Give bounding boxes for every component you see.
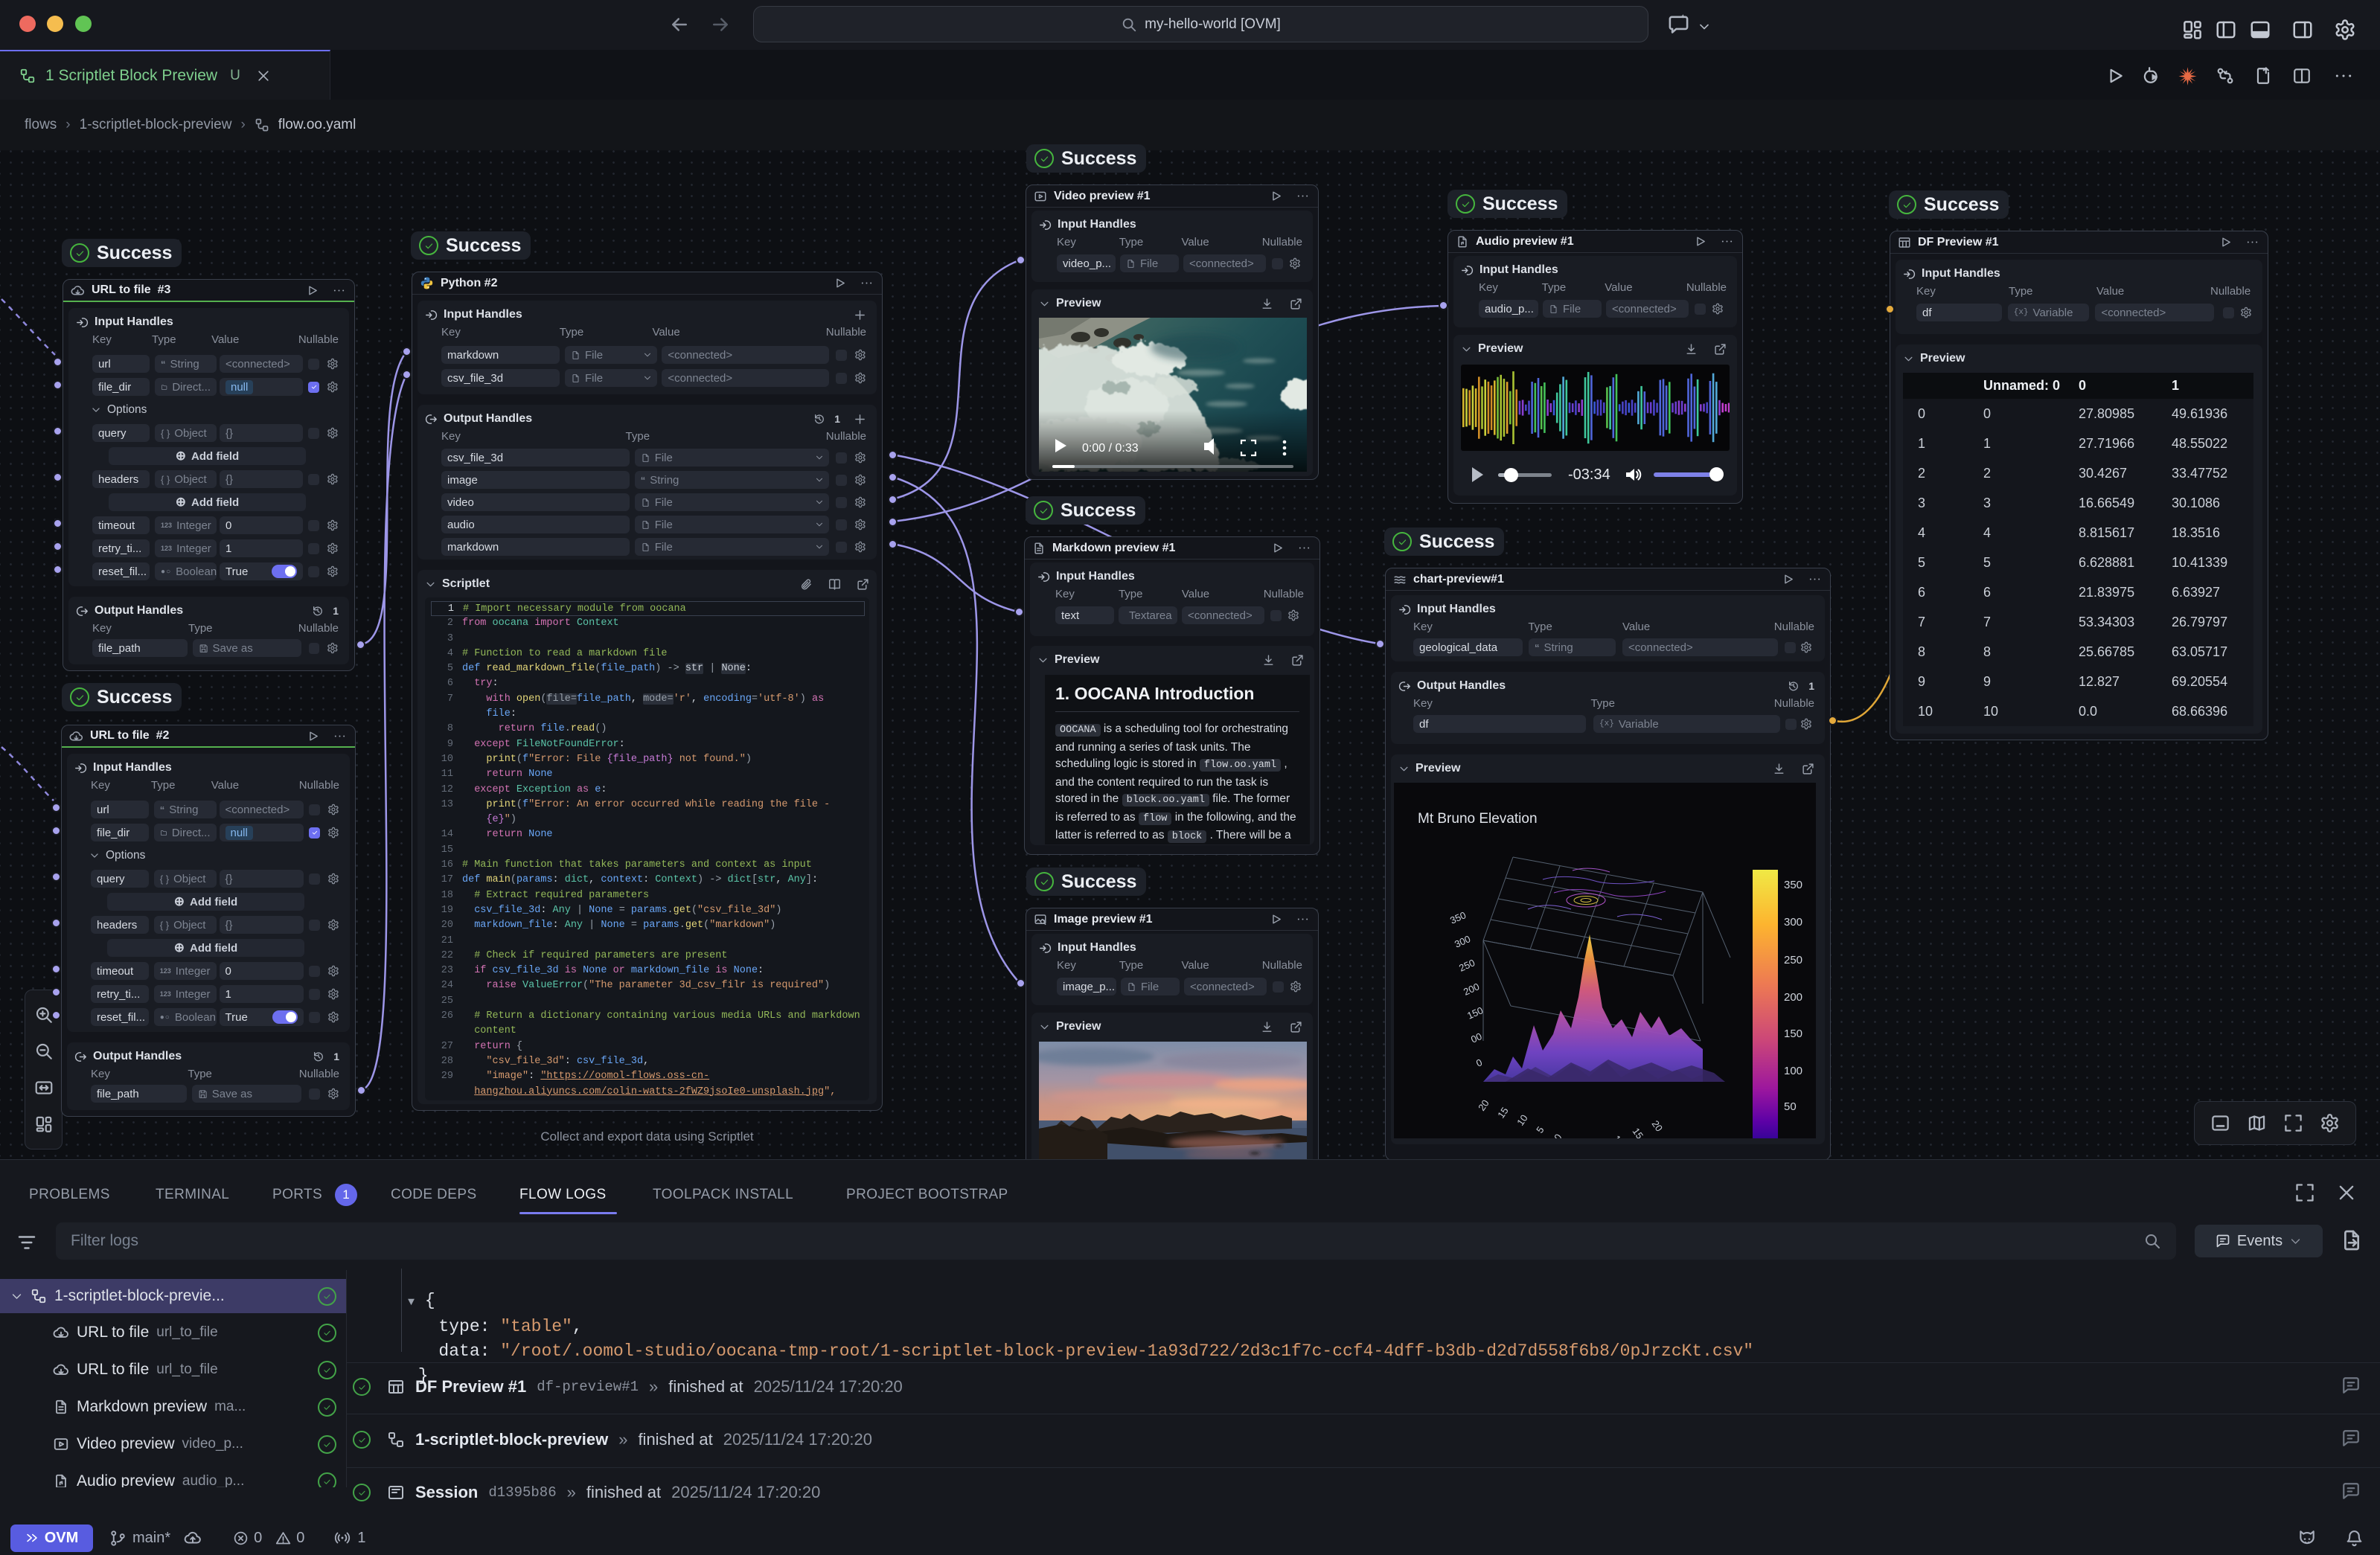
svg-text:150: 150: [1784, 1027, 1802, 1040]
svg-text:0: 0: [1474, 1057, 1484, 1069]
svg-text:y: y: [1625, 1135, 1631, 1138]
svg-text:350: 350: [1448, 909, 1468, 926]
svg-text:Mt Bruno Elevation: Mt Bruno Elevation: [1418, 811, 1538, 827]
svg-text:300: 300: [1453, 933, 1472, 950]
svg-text:10: 10: [1514, 1112, 1530, 1127]
svg-text:50: 50: [1784, 1100, 1797, 1113]
svg-text:0: 0: [1552, 1132, 1564, 1138]
svg-text:250: 250: [1457, 957, 1477, 974]
svg-text:15: 15: [1631, 1126, 1646, 1138]
svg-text:150: 150: [1465, 1004, 1485, 1022]
svg-text:5: 5: [1534, 1124, 1546, 1135]
svg-text:0:00 / 0:33: 0:00 / 0:33: [1082, 442, 1139, 455]
svg-text:300: 300: [1784, 916, 1802, 929]
svg-text:250: 250: [1784, 954, 1802, 966]
svg-text:00: 00: [1469, 1030, 1483, 1045]
svg-text:200: 200: [1462, 981, 1481, 998]
svg-text:100: 100: [1784, 1065, 1802, 1077]
svg-text:350: 350: [1784, 879, 1802, 891]
svg-text:20: 20: [1650, 1118, 1666, 1133]
svg-text:15: 15: [1495, 1105, 1511, 1120]
svg-text:200: 200: [1784, 991, 1802, 1004]
svg-text:20: 20: [1476, 1097, 1491, 1112]
